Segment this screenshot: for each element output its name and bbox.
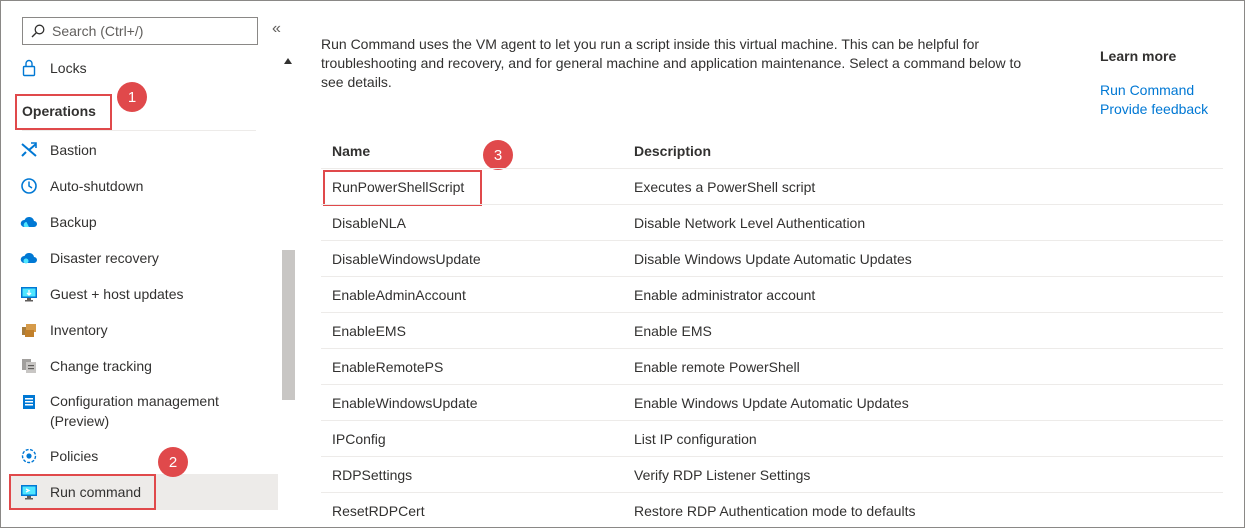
sidebar-item-change-tracking[interactable]: Change tracking — [20, 353, 152, 379]
clock-icon — [20, 177, 38, 195]
sidebar-item-label: Guest + host updates — [50, 286, 184, 302]
callout-badge-2: 2 — [158, 447, 188, 477]
table-row[interactable]: EnableEMS Enable EMS — [321, 313, 1223, 349]
callout-box-operations — [15, 94, 112, 130]
bastion-icon — [20, 141, 38, 159]
sidebar-item-backup[interactable]: Backup — [20, 209, 97, 235]
command-description: Enable remote PowerShell — [634, 358, 800, 375]
command-name: RDPSettings — [332, 466, 413, 483]
sidebar-item-label: Auto-shutdown — [50, 178, 144, 194]
run-command-docs-link[interactable]: Run Command — [1100, 82, 1194, 98]
callout-badge-1: 1 — [117, 82, 147, 112]
inventory-box-icon — [20, 321, 38, 339]
sidebar-item-disaster-recovery[interactable]: Disaster recovery — [20, 245, 159, 271]
intro-description: Run Command uses the VM agent to let you… — [321, 36, 1022, 90]
command-description: Enable administrator account — [634, 286, 816, 303]
sidebar-item-label: Change tracking — [50, 358, 152, 374]
command-description: Executes a PowerShell script — [634, 178, 816, 195]
provide-feedback-link[interactable]: Provide feedback — [1100, 101, 1208, 117]
command-name: EnableRemotePS — [332, 358, 444, 375]
search-box[interactable] — [22, 17, 258, 45]
column-header-description: Description — [634, 142, 712, 159]
command-name: ResetRDPCert — [332, 502, 425, 519]
table-header: Name Description — [321, 133, 1223, 169]
command-name: EnableEMS — [332, 322, 406, 339]
disaster-recovery-icon — [20, 249, 38, 267]
table-row[interactable]: EnableWindowsUpdate Enable Windows Updat… — [321, 385, 1223, 421]
policy-gear-icon — [20, 447, 38, 465]
commands-table: Name Description RunPowerShellScript Exe… — [321, 133, 1223, 528]
table-row[interactable]: DisableNLA Disable Network Level Authent… — [321, 205, 1223, 241]
sidebar-item-policies[interactable]: Policies — [20, 443, 98, 469]
command-name: RunPowerShellScript — [332, 178, 465, 195]
command-description: Enable EMS — [634, 322, 712, 339]
change-tracking-icon — [20, 357, 38, 375]
updates-monitor-icon — [20, 285, 38, 303]
command-name: EnableAdminAccount — [332, 286, 466, 303]
command-name: DisableNLA — [332, 214, 406, 231]
table-row[interactable]: IPConfig List IP configuration — [321, 421, 1223, 457]
command-description: Restore RDP Authentication mode to defau… — [634, 502, 916, 519]
sidebar-item-label: Disaster recovery — [50, 250, 159, 266]
sidebar-item-label: Locks — [50, 60, 87, 76]
table-row[interactable]: DisableWindowsUpdate Disable Windows Upd… — [321, 241, 1223, 277]
lock-icon — [20, 59, 38, 77]
section-divider — [22, 130, 256, 131]
sidebar-item-locks[interactable]: Locks — [20, 55, 87, 81]
command-description: Verify RDP Listener Settings — [634, 466, 811, 483]
backup-cloud-icon — [20, 213, 38, 231]
sidebar-item-label: Configuration management (Preview) — [50, 393, 219, 429]
collapse-sidebar-button[interactable]: « — [272, 20, 281, 38]
command-description: Enable Windows Update Automatic Updates — [634, 394, 909, 411]
sidebar-item-label: Bastion — [50, 142, 97, 158]
command-description: Disable Network Level Authentication — [634, 214, 866, 231]
sidebar-item-label: Inventory — [50, 322, 108, 338]
table-row[interactable]: RunPowerShellScript Executes a PowerShel… — [321, 169, 1223, 205]
sidebar-item-auto-shutdown[interactable]: Auto-shutdown — [20, 173, 143, 199]
table-row[interactable]: EnableRemotePS Enable remote PowerShell — [321, 349, 1223, 385]
scroll-up-arrow-icon[interactable] — [284, 58, 292, 64]
command-description: Disable Windows Update Automatic Updates — [634, 250, 912, 267]
table-row[interactable]: EnableAdminAccount Enable administrator … — [321, 277, 1223, 313]
command-description: List IP configuration — [634, 430, 757, 447]
command-name: IPConfig — [332, 430, 386, 447]
callout-box-run-command — [9, 474, 156, 510]
learn-more-title: Learn more — [1100, 48, 1177, 64]
sidebar-item-configuration-management[interactable]: Configuration management (Preview) — [20, 391, 250, 431]
sidebar-item-label: Policies — [50, 448, 99, 464]
table-row[interactable]: RDPSettings Verify RDP Listener Settings — [321, 457, 1223, 493]
table-row[interactable]: ResetRDPCert Restore RDP Authentication … — [321, 493, 1223, 528]
search-input[interactable] — [52, 23, 242, 39]
configuration-icon — [20, 393, 38, 411]
sidebar-item-label: Backup — [50, 214, 97, 230]
sidebar-item-guest-host-updates[interactable]: Guest + host updates — [20, 281, 183, 307]
sidebar-item-inventory[interactable]: Inventory — [20, 317, 108, 343]
command-name: DisableWindowsUpdate — [332, 250, 481, 267]
sidebar-item-bastion[interactable]: Bastion — [20, 137, 97, 163]
search-icon — [31, 24, 45, 38]
command-name: EnableWindowsUpdate — [332, 394, 478, 411]
scrollbar-thumb[interactable] — [282, 250, 295, 400]
column-header-name: Name — [332, 142, 371, 159]
